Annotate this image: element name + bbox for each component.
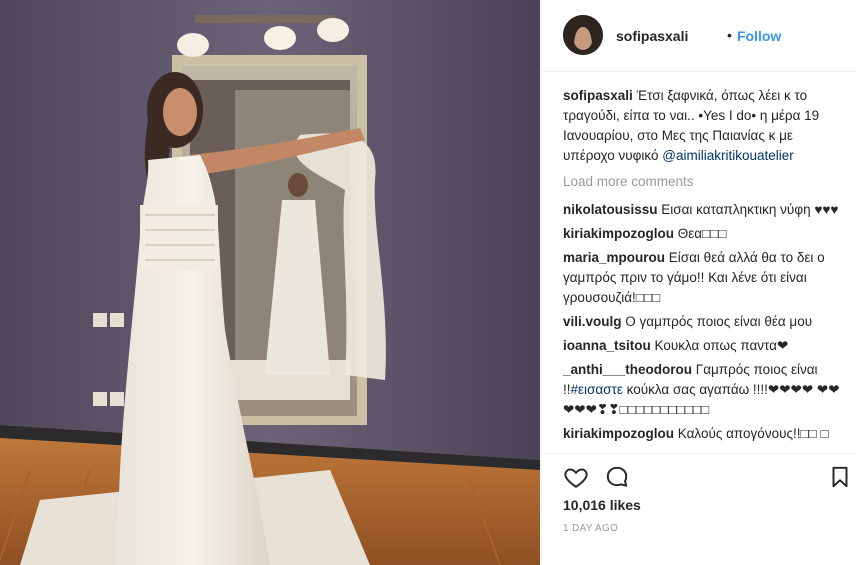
comment-username[interactable]: vili.voulg <box>563 314 622 329</box>
comment-button[interactable] <box>604 464 630 490</box>
avatar-icon <box>563 15 603 55</box>
post-photo-illustration <box>0 0 540 565</box>
comment-text: Θεα□□□ <box>677 226 727 241</box>
comment-username[interactable]: maria_mpourou <box>563 250 665 265</box>
post-panel: sofipasxali • Follow sofipasxali Έτσι ξα… <box>541 0 856 565</box>
comment-item: vili.voulg Ο γαμπρός ποιος είναι θέα μου <box>563 312 843 332</box>
comment-text: Εισαι καταπληκτικη νύφη ♥♥♥ <box>661 202 839 217</box>
load-more-comments-button[interactable]: Load more comments <box>563 172 843 192</box>
header-separator: • <box>727 27 732 43</box>
comment-text: Ο γαμπρός ποιος είναι θέα μου <box>625 314 813 329</box>
heart-icon <box>564 468 588 488</box>
post-header: sofipasxali • Follow <box>542 0 856 72</box>
comment-item: nikolatousissu Εισαι καταπληκτικη νύφη ♥… <box>563 200 843 220</box>
comment-username[interactable]: nikolatousissu <box>563 202 658 217</box>
follow-button[interactable]: Follow <box>737 28 781 44</box>
comments-list: sofipasxali Έτσι ξαφνικά, όπως λέει κ το… <box>563 86 843 448</box>
comment-hashtag[interactable]: #εισαστε <box>571 382 623 397</box>
comment-username[interactable]: _anthi___theodorou <box>563 362 692 377</box>
caption-mention[interactable]: @aimiliakritikouatelier <box>662 148 794 163</box>
comment-item: ioanna_tsitou Κουκλα οπως παντα❤ <box>563 336 843 356</box>
comment-item: _anthi___theodorou Γαμπρός ποιος είναι !… <box>563 360 843 420</box>
post-username[interactable]: sofipasxali <box>616 28 688 44</box>
post-actions <box>542 453 856 488</box>
comment-item: kiriakimpozoglou Θεα□□□ <box>563 224 843 244</box>
bookmark-icon <box>832 466 848 488</box>
like-button[interactable] <box>563 464 589 490</box>
comment-text: Καλούς απογόνους!!□□ □ <box>677 426 829 441</box>
post-photo[interactable] <box>0 0 540 565</box>
caption: sofipasxali Έτσι ξαφνικά, όπως λέει κ το… <box>563 86 843 166</box>
comment-item: kiriakimpozoglou Καλούς απογόνους!!□□ □ <box>563 424 843 444</box>
comment-username[interactable]: kiriakimpozoglou <box>563 226 674 241</box>
comment-text: Κουκλα οπως παντα❤ <box>654 338 789 353</box>
caption-username[interactable]: sofipasxali <box>563 88 633 103</box>
save-button[interactable] <box>827 464 853 490</box>
comment-username[interactable]: ioanna_tsitou <box>563 338 651 353</box>
comment-icon <box>606 466 628 487</box>
post-timestamp: 1 DAY AGO <box>563 523 619 534</box>
comment-username[interactable]: kiriakimpozoglou <box>563 426 674 441</box>
likes-count[interactable]: 10,016 likes <box>563 497 641 513</box>
avatar[interactable] <box>563 15 603 55</box>
comment-item: maria_mpourou Είσαι θεά αλλά θα το δει ο… <box>563 248 843 308</box>
